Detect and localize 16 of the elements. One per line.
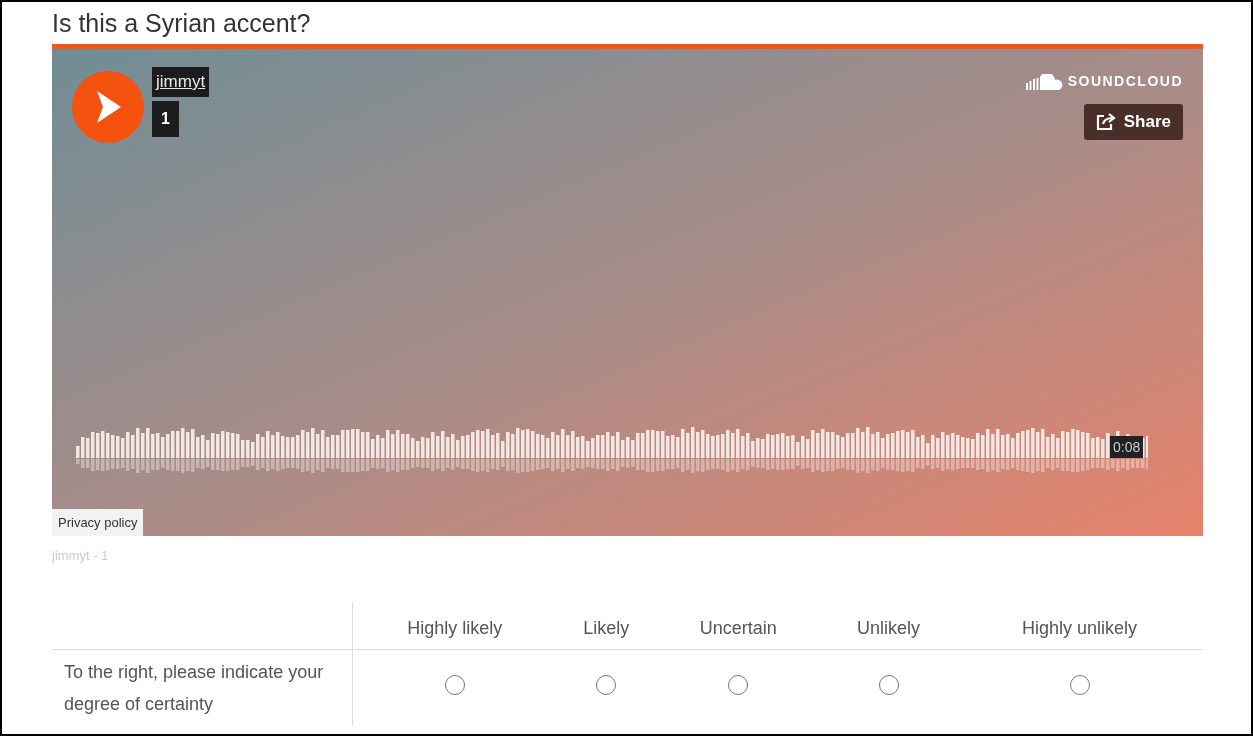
question-title: Is this a Syrian accent? (52, 8, 312, 39)
privacy-link[interactable]: Privacy policy (52, 509, 144, 536)
cloud-logo-icon (1025, 73, 1064, 90)
row-label: To the right, please indicate your degree of certainty (52, 649, 352, 726)
track-title: 1 (152, 101, 179, 137)
duration-label: 0:08 (1110, 436, 1144, 458)
brand-label: SOUNDCLOUD (1067, 72, 1183, 91)
column-header: Likely (556, 601, 656, 650)
share-button[interactable]: Share (1083, 104, 1183, 140)
column-header: Uncertain (655, 601, 821, 650)
play-icon (95, 91, 121, 123)
user-link[interactable]: jimmyt (152, 67, 210, 97)
column-header: Highly unlikely (956, 601, 1203, 650)
column-header: Unlikely (820, 601, 957, 650)
share-icon (1095, 113, 1116, 131)
column-header: Highly likely (352, 601, 557, 650)
